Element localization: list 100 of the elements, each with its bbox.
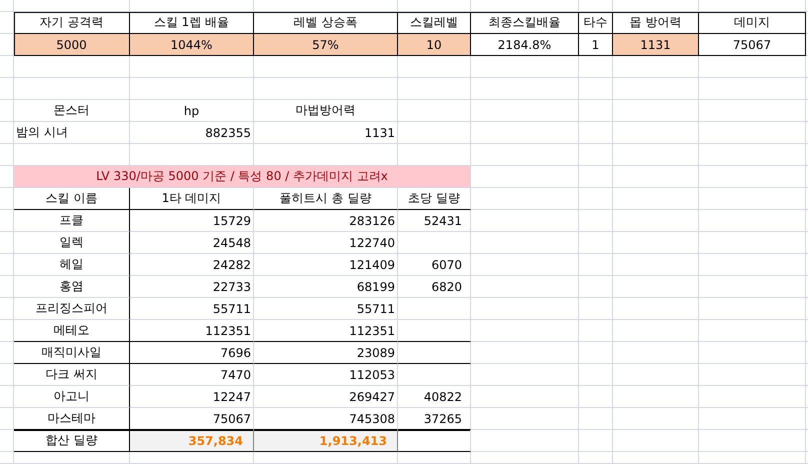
- empty-cell: [579, 364, 613, 386]
- empty-cell: [579, 430, 613, 452]
- table-cell: 프클: [14, 210, 130, 232]
- column-header: 스킬 1렙 배율: [130, 12, 254, 34]
- empty-cell: [579, 298, 613, 320]
- empty-cell: [0, 386, 14, 408]
- empty-cell: [0, 122, 14, 144]
- empty-cell: [0, 276, 14, 298]
- table-cell: 112351: [254, 320, 398, 342]
- empty-cell: [579, 232, 613, 254]
- empty-cell: [579, 144, 613, 166]
- empty-cell: [0, 210, 14, 232]
- total-value: 357,834: [130, 430, 254, 452]
- table-cell: 12247: [130, 386, 254, 408]
- table-cell: 아고니: [14, 386, 130, 408]
- empty-cell: [0, 78, 14, 100]
- column-header: 마법방어력: [254, 100, 398, 122]
- empty-cell: [579, 122, 613, 144]
- table-cell: 121409: [254, 254, 398, 276]
- empty-cell: [0, 100, 14, 122]
- empty-cell: [579, 254, 613, 276]
- column-header: 데미지: [699, 12, 806, 34]
- column-header: 최종스킬배율: [471, 12, 579, 34]
- table-cell: 24282: [130, 254, 254, 276]
- empty-cell: [0, 12, 14, 34]
- empty-cell: [579, 452, 613, 464]
- table-cell: 55711: [130, 298, 254, 320]
- empty-cell: [0, 364, 14, 386]
- table-cell: 다크 써지: [14, 364, 130, 386]
- column-header: 몬스터: [14, 100, 130, 122]
- empty-cell: [579, 78, 613, 100]
- table-cell: 75067: [699, 34, 806, 56]
- table-cell: 882355: [130, 122, 254, 144]
- table-cell: 15729: [130, 210, 254, 232]
- table-cell: 37265: [398, 408, 471, 430]
- empty-cell: [579, 188, 613, 210]
- table-cell: 22733: [130, 276, 254, 298]
- table-cell: 7696: [130, 342, 254, 364]
- column-header: hp: [130, 100, 254, 122]
- empty-cell: [0, 254, 14, 276]
- table-cell: 1131: [613, 34, 699, 56]
- table-cell: 마스테마: [14, 408, 130, 430]
- table-cell: 122740: [254, 232, 398, 254]
- table-cell: 6820: [398, 276, 471, 298]
- empty-cell: [579, 342, 613, 364]
- table-cell: 112351: [130, 320, 254, 342]
- empty-cell: [579, 210, 613, 232]
- column-header: 스킬 이름: [14, 188, 130, 210]
- table-cell: 메테오: [14, 320, 130, 342]
- table-cell: 6070: [398, 254, 471, 276]
- table-cell: 112053: [254, 364, 398, 386]
- empty-cell: [579, 56, 613, 78]
- empty-cell: [0, 232, 14, 254]
- empty-cell: [579, 166, 613, 188]
- table-cell: 52431: [398, 210, 471, 232]
- total-value: 1,913,413: [254, 430, 398, 452]
- empty-cell: [579, 100, 613, 122]
- column-header: 초당 딜량: [398, 188, 471, 210]
- empty-cell: [0, 298, 14, 320]
- empty-cell: [0, 408, 14, 430]
- table-cell: 1044%: [130, 34, 254, 56]
- empty-cell: [0, 56, 14, 78]
- banner-title: LV 330/마공 5000 기준 / 특성 80 / 추가데미지 고려x: [14, 166, 471, 188]
- table-cell: 헤일: [14, 254, 130, 276]
- empty-cell: [579, 276, 613, 298]
- empty-cell: [579, 320, 613, 342]
- table-cell: 5000: [14, 34, 130, 56]
- table-cell: 매직미사일: [14, 342, 130, 364]
- table-cell: 283126: [254, 210, 398, 232]
- table-cell: 일렉: [14, 232, 130, 254]
- empty-cell: [0, 342, 14, 364]
- table-cell: 7470: [130, 364, 254, 386]
- table-cell: 홍염: [14, 276, 130, 298]
- table-cell: 68199: [254, 276, 398, 298]
- total-label: 합산 딜량: [14, 430, 130, 452]
- table-cell: 2184.8%: [471, 34, 579, 56]
- table-cell: 1131: [254, 122, 398, 144]
- table-cell: 55711: [254, 298, 398, 320]
- empty-cell: [0, 320, 14, 342]
- column-header: 타수: [579, 12, 613, 34]
- table-cell: 프리징스피어: [14, 298, 130, 320]
- table-cell: 10: [398, 34, 471, 56]
- column-header: 레벨 상승폭: [254, 12, 398, 34]
- table-cell: 23089: [254, 342, 398, 364]
- empty-cell: [0, 144, 14, 166]
- empty-cell: [0, 452, 14, 464]
- table-cell: 40822: [398, 386, 471, 408]
- table-cell: 24548: [130, 232, 254, 254]
- column-header: 1타 데미지: [130, 188, 254, 210]
- table-cell: 57%: [254, 34, 398, 56]
- column-header: 풀히트시 총 딜량: [254, 188, 398, 210]
- table-cell: 밤의 시녀: [14, 122, 130, 144]
- empty-cell: [579, 0, 613, 12]
- empty-cell: [0, 430, 14, 452]
- empty-cell: [0, 0, 14, 12]
- empty-cell: [579, 408, 613, 430]
- table-cell: 269427: [254, 386, 398, 408]
- column-header: 자기 공격력: [14, 12, 130, 34]
- empty-cell: [579, 386, 613, 408]
- empty-cell: [0, 188, 14, 210]
